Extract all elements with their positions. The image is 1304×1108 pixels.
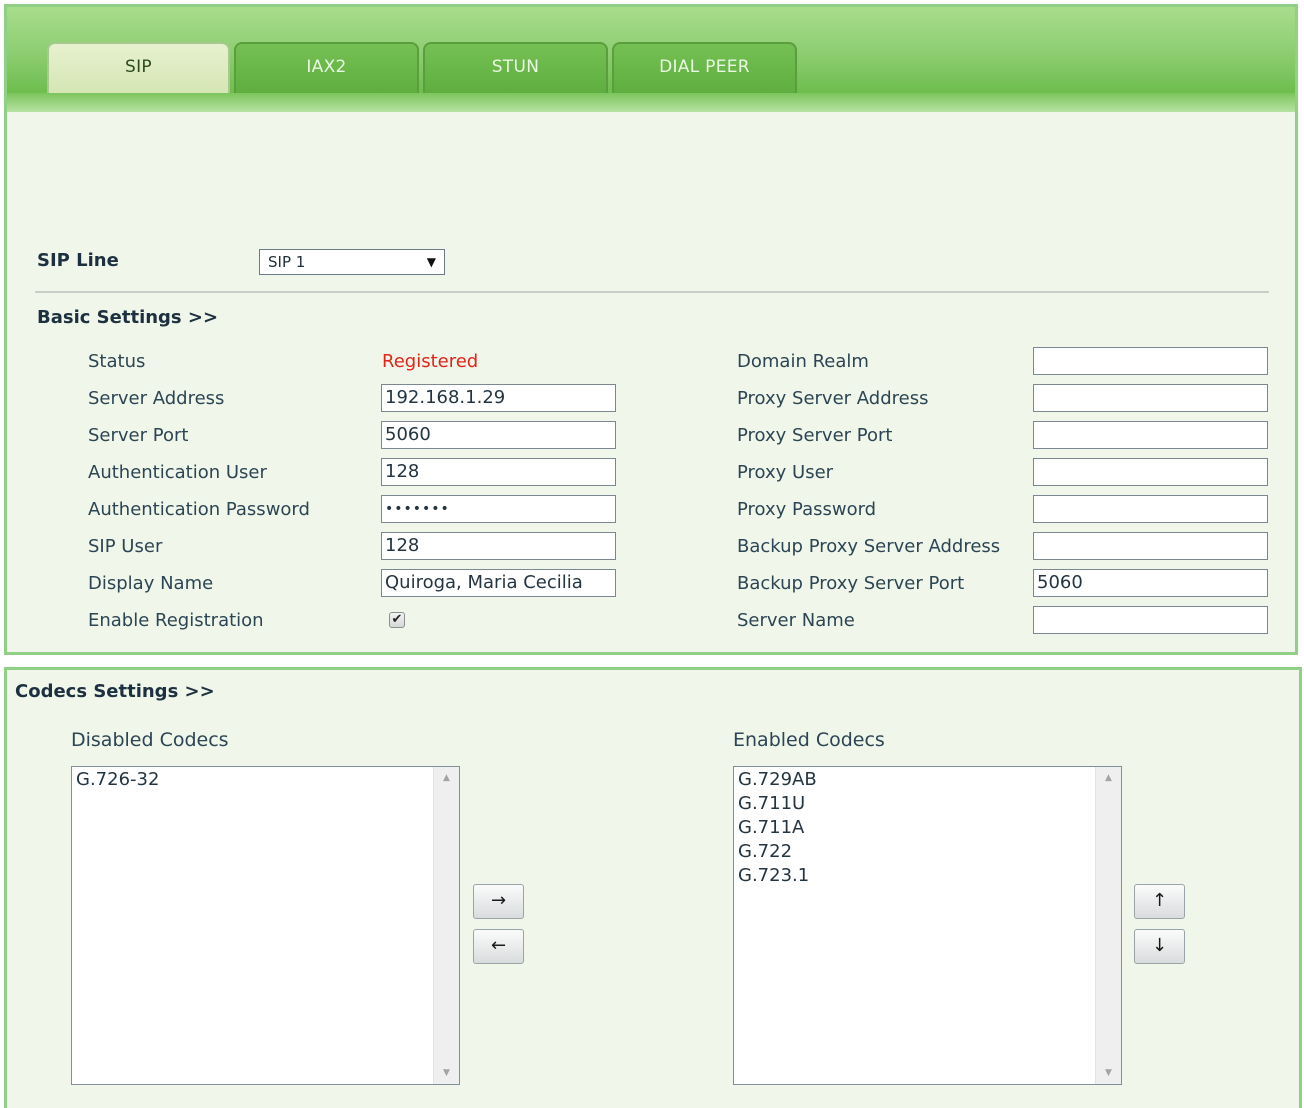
auth-password-input[interactable]: ••••••• (381, 495, 616, 523)
display-name-label: Display Name (88, 573, 214, 594)
proxy-server-port-label: Proxy Server Port (737, 425, 893, 446)
disabled-codecs-items: G.726-32 (76, 768, 433, 792)
scrollbar[interactable]: ▲ ▼ (433, 767, 459, 1084)
tab-bar-strip (7, 93, 1295, 112)
enable-registration-checkbox[interactable]: ✔ (389, 612, 405, 628)
server-name-input[interactable] (1033, 606, 1268, 634)
domain-realm-input[interactable] (1033, 347, 1268, 375)
backup-proxy-port-input[interactable]: 5060 (1033, 569, 1268, 597)
sip-line-selected-value: SIP 1 (268, 253, 306, 271)
status-value: Registered (382, 351, 479, 372)
enabled-codec-item[interactable]: G.723.1 (738, 864, 1095, 888)
move-left-button[interactable]: ← (473, 929, 524, 964)
enabled-codec-item[interactable]: G.722 (738, 840, 1095, 864)
tab-stun[interactable]: STUN (423, 42, 608, 93)
auth-password-label: Authentication Password (88, 499, 310, 520)
tab-sip[interactable]: SIP (47, 42, 230, 93)
server-port-label: Server Port (88, 425, 189, 446)
enabled-codec-item[interactable]: G.711U (738, 792, 1095, 816)
auth-user-input[interactable]: 128 (381, 458, 616, 486)
sip-user-label: SIP User (88, 536, 163, 557)
tab-dial-peer[interactable]: DIAL PEER (612, 42, 797, 93)
proxy-server-port-input[interactable] (1033, 421, 1268, 449)
enabled-codecs-listbox[interactable]: G.729AB G.711U G.711A G.722 G.723.1 ▲ ▼ (733, 766, 1122, 1085)
move-down-button[interactable]: ↓ (1134, 929, 1185, 964)
divider (35, 291, 1269, 293)
backup-proxy-port-label: Backup Proxy Server Port (737, 573, 965, 594)
scroll-up-icon[interactable]: ▲ (434, 773, 459, 783)
display-name-input[interactable]: Quiroga, Maria Cecilia (381, 569, 616, 597)
server-port-input[interactable]: 5060 (381, 421, 616, 449)
server-address-label: Server Address (88, 388, 225, 409)
backup-proxy-address-input[interactable] (1033, 532, 1268, 560)
enabled-codec-item[interactable]: G.711A (738, 816, 1095, 840)
enabled-codecs-label: Enabled Codecs (733, 729, 885, 751)
status-label: Status (88, 351, 146, 372)
proxy-password-input[interactable] (1033, 495, 1268, 523)
disabled-codecs-label: Disabled Codecs (71, 729, 229, 751)
proxy-server-address-label: Proxy Server Address (737, 388, 929, 409)
sip-line-select[interactable]: SIP 1 ▼ (259, 249, 445, 275)
sip-line-label: SIP Line (37, 250, 119, 271)
codecs-settings-panel: Codecs Settings >> Disabled Codecs G.726… (4, 667, 1302, 1108)
sip-settings-panel: SIP IAX2 STUN DIAL PEER SIP Line SIP 1 ▼… (4, 4, 1298, 655)
auth-user-label: Authentication User (88, 462, 267, 483)
enabled-codec-item[interactable]: G.729AB (738, 768, 1095, 792)
disabled-codec-item[interactable]: G.726-32 (76, 768, 433, 792)
enabled-codecs-items: G.729AB G.711U G.711A G.722 G.723.1 (738, 768, 1095, 888)
proxy-password-label: Proxy Password (737, 499, 877, 520)
scroll-down-icon[interactable]: ▼ (434, 1068, 459, 1078)
proxy-server-address-input[interactable] (1033, 384, 1268, 412)
tab-bar: SIP IAX2 STUN DIAL PEER (7, 7, 1295, 112)
checkmark-icon: ✔ (391, 612, 403, 627)
proxy-user-input[interactable] (1033, 458, 1268, 486)
basic-settings-heading: Basic Settings >> (37, 307, 219, 328)
codecs-settings-heading: Codecs Settings >> (15, 681, 215, 702)
proxy-user-label: Proxy User (737, 462, 834, 483)
backup-proxy-address-label: Backup Proxy Server Address (737, 536, 1001, 557)
move-right-button[interactable]: → (473, 884, 524, 919)
disabled-codecs-listbox[interactable]: G.726-32 ▲ ▼ (71, 766, 460, 1085)
server-address-input[interactable]: 192.168.1.29 (381, 384, 616, 412)
chevron-down-icon: ▼ (426, 255, 436, 269)
move-up-button[interactable]: ↑ (1134, 884, 1185, 919)
domain-realm-label: Domain Realm (737, 351, 869, 372)
scroll-up-icon[interactable]: ▲ (1096, 773, 1121, 783)
enable-registration-label: Enable Registration (88, 610, 264, 631)
sip-user-input[interactable]: 128 (381, 532, 616, 560)
scroll-down-icon[interactable]: ▼ (1096, 1068, 1121, 1078)
scrollbar[interactable]: ▲ ▼ (1095, 767, 1121, 1084)
tab-iax2[interactable]: IAX2 (234, 42, 419, 93)
server-name-label: Server Name (737, 610, 855, 631)
